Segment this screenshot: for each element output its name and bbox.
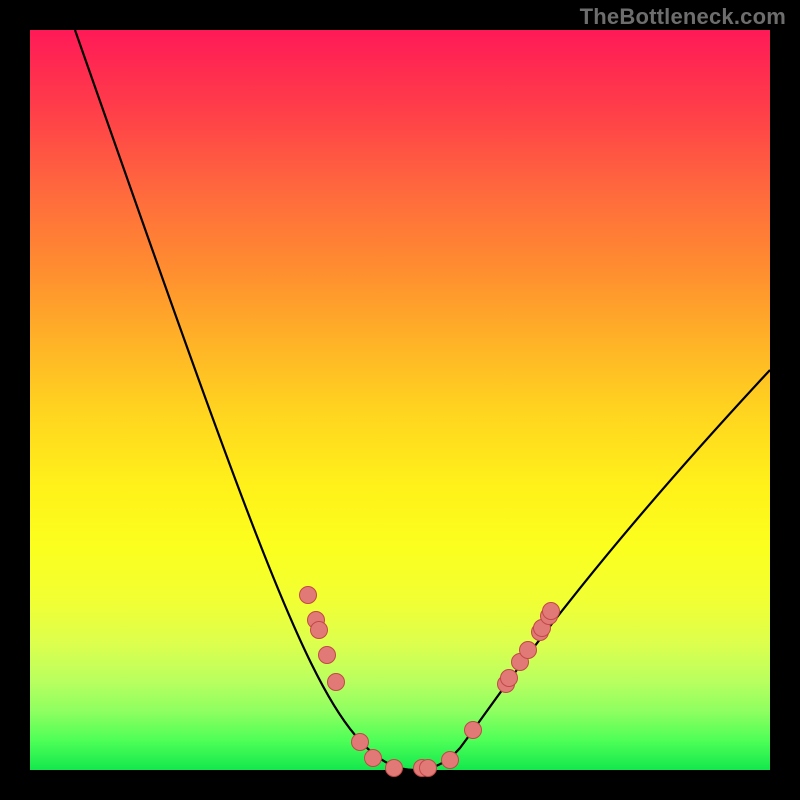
plot-gradient-background	[30, 30, 770, 770]
bottleneck-curve	[30, 30, 770, 770]
data-marker	[465, 722, 482, 739]
data-marker	[352, 734, 369, 751]
data-marker	[543, 603, 560, 620]
watermark-text: TheBottleneck.com	[580, 4, 786, 30]
data-marker	[328, 674, 345, 691]
data-marker	[442, 752, 459, 769]
markers-group	[300, 587, 560, 777]
data-marker	[365, 750, 382, 767]
data-marker	[420, 760, 437, 777]
data-marker	[319, 647, 336, 664]
curve-path	[75, 30, 770, 770]
data-marker	[300, 587, 317, 604]
data-marker	[311, 622, 328, 639]
data-marker	[386, 760, 403, 777]
chart-frame: TheBottleneck.com	[0, 0, 800, 800]
data-marker	[520, 642, 537, 659]
data-marker	[501, 670, 518, 687]
